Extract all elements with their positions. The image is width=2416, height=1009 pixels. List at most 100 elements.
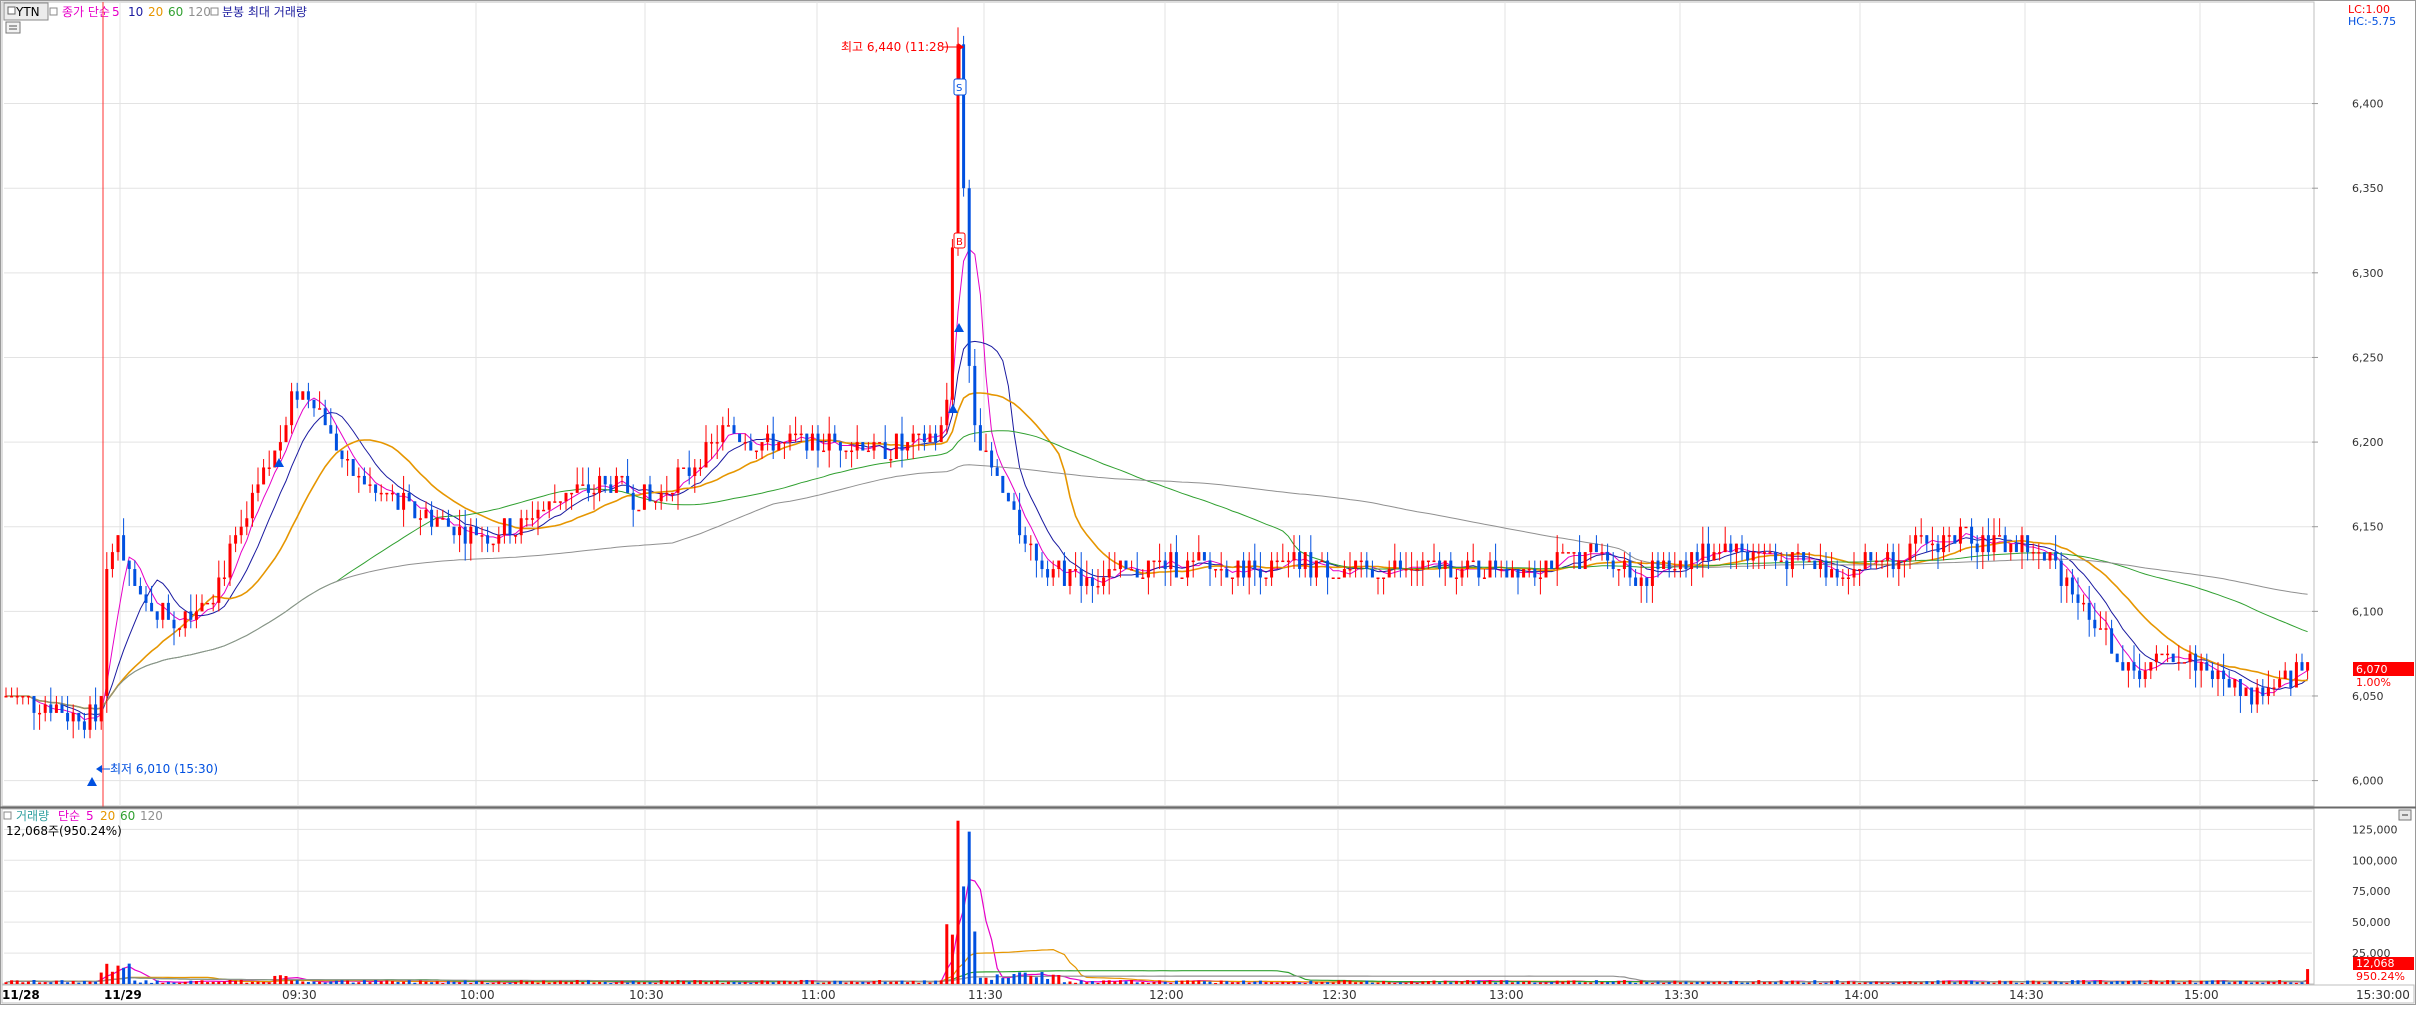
candle-down <box>2121 662 2125 671</box>
candle-up <box>357 475 361 478</box>
volume-bar <box>1925 981 1929 984</box>
candle-up <box>1796 552 1800 554</box>
y-tick-label: 6,400 <box>2352 98 2384 111</box>
volume-bar <box>614 982 618 984</box>
candle-up <box>1930 543 1934 546</box>
candle-up <box>1236 560 1240 578</box>
candle-up <box>1902 560 1906 563</box>
volume-bar <box>609 982 613 984</box>
candle-up <box>1561 552 1565 554</box>
candle-up <box>1555 552 1559 570</box>
candle-down <box>2171 653 2175 663</box>
volume-bar <box>1779 980 1783 984</box>
candle-up <box>939 425 943 443</box>
candle-down <box>1365 560 1369 570</box>
volume-label: 거래량 <box>16 809 49 823</box>
candle-up <box>1348 569 1352 571</box>
volume-bar <box>1079 980 1083 984</box>
volume-bar <box>402 981 406 984</box>
volume-bar <box>878 980 882 984</box>
volume-bar <box>1510 982 1514 984</box>
volume-bar <box>1096 982 1100 984</box>
symbol-checkbox[interactable] <box>7 6 16 15</box>
candle-up <box>267 467 271 469</box>
candle-up <box>2020 535 2024 553</box>
volume-bar <box>1163 981 1167 984</box>
volume-bar <box>1706 981 1710 984</box>
candle-down <box>1135 569 1139 578</box>
candle-down <box>1298 552 1302 570</box>
candle-up <box>1852 569 1856 578</box>
volume-bar <box>2272 982 2276 984</box>
candle-up <box>1270 560 1274 578</box>
candle-up <box>1779 560 1783 563</box>
candle-down <box>1634 577 1638 586</box>
candle-up <box>1499 569 1503 571</box>
candle-up <box>99 695 103 722</box>
volume-bar <box>116 965 120 984</box>
candle-up <box>1376 577 1380 579</box>
volume-bar <box>1158 980 1162 984</box>
candle-down <box>1477 560 1481 578</box>
volume-bar <box>2054 981 2058 984</box>
volume-bar <box>1275 982 1279 984</box>
suffix-checkbox[interactable] <box>210 7 219 16</box>
volume-bar <box>710 981 714 984</box>
volume-bar <box>1186 980 1190 984</box>
candle-up <box>1734 543 1738 553</box>
legend-checkbox[interactable] <box>49 7 58 16</box>
volume-bar <box>441 983 445 985</box>
candle-up <box>1650 560 1654 586</box>
volume-bar <box>1533 982 1537 984</box>
candle-up <box>704 442 708 468</box>
volume-bar <box>1566 980 1570 984</box>
volume-bar <box>547 982 551 984</box>
volume-bar <box>794 981 798 984</box>
candle-up <box>754 450 758 453</box>
candle-down <box>1802 552 1806 561</box>
volume-bar <box>1107 980 1111 984</box>
candle-down <box>1079 569 1083 586</box>
volume-bar <box>166 981 170 984</box>
candle-up <box>1600 552 1604 554</box>
volume-bar <box>1482 981 1486 984</box>
volume-tick-label: 100,000 <box>2352 854 2398 867</box>
volume-bar <box>1090 981 1094 984</box>
volume-bar <box>1785 981 1789 984</box>
panel-menu-icon[interactable] <box>5 21 21 34</box>
volume-bar <box>379 981 383 984</box>
candle-down <box>362 475 366 485</box>
volume-bar <box>2149 979 2153 984</box>
candle-up <box>1443 560 1447 570</box>
time-tick-label: 11:30 <box>968 988 1003 1002</box>
candle-up <box>290 391 294 426</box>
volume-bar <box>805 979 809 984</box>
candle-up <box>878 442 882 444</box>
ma5-label: 5 <box>112 5 120 19</box>
volume-bar <box>732 981 736 984</box>
candle-down <box>306 391 310 400</box>
volume-bar <box>1068 981 1072 984</box>
volume-bar <box>1270 982 1274 984</box>
y-tick-label: 6,250 <box>2352 351 2384 364</box>
y-tick-label: 6,300 <box>2352 267 2384 280</box>
y-tick-label: 6,100 <box>2352 605 2384 618</box>
candle-up <box>2082 602 2086 605</box>
volume-checkbox[interactable] <box>3 811 12 820</box>
candle-down <box>1869 552 1873 561</box>
volume-bar <box>71 980 75 984</box>
ma60-label: 60 <box>168 5 183 19</box>
candle-up <box>1566 552 1570 554</box>
volume-bar <box>766 981 770 984</box>
candle-up <box>676 467 680 493</box>
candle-up <box>1107 569 1111 578</box>
time-tick-label: 13:00 <box>1489 988 1524 1002</box>
candle-down <box>2289 670 2293 688</box>
candle-down <box>49 704 53 713</box>
volume-bar <box>659 980 663 984</box>
candle-up <box>1141 577 1145 579</box>
volume-bar <box>2014 982 2018 984</box>
volume-bar <box>217 981 221 984</box>
candle-down <box>94 704 98 722</box>
candle-down <box>1494 560 1498 570</box>
